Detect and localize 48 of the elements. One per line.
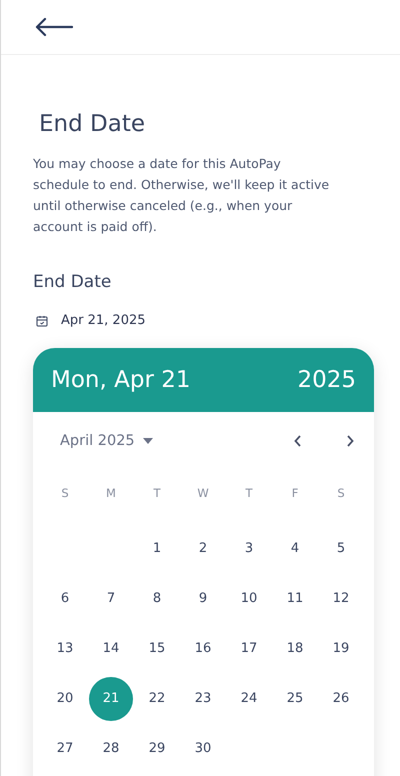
selected-date: Mon, Apr 21 (51, 367, 190, 393)
day-button[interactable]: 1 (135, 526, 179, 570)
weekday-label: M (106, 486, 116, 500)
day-button[interactable]: 16 (181, 626, 225, 670)
day-button[interactable]: 15 (135, 626, 179, 670)
day-button[interactable]: 13 (43, 626, 87, 670)
day-button[interactable]: 22 (135, 676, 179, 720)
day-button[interactable]: 10 (227, 576, 271, 620)
calendar-icon (36, 314, 48, 326)
weekday-label: T (245, 486, 253, 500)
day-button[interactable]: 27 (43, 726, 87, 770)
day-button[interactable]: 26 (319, 676, 363, 720)
day-button[interactable]: 18 (273, 626, 317, 670)
chevron-left-icon (294, 435, 302, 447)
day-button[interactable]: 3 (227, 526, 271, 570)
day-button[interactable]: 24 (227, 676, 271, 720)
day-button[interactable]: 8 (135, 576, 179, 620)
day-button[interactable]: 4 (273, 526, 317, 570)
weekday-label: S (61, 486, 69, 500)
page-title: End Date (39, 110, 146, 139)
month-dropdown[interactable]: April 2025 (60, 433, 153, 449)
field-label: End Date (33, 271, 112, 294)
day-button[interactable]: 11 (273, 576, 317, 620)
day-button[interactable]: 19 (319, 626, 363, 670)
day-button[interactable]: 17 (227, 626, 271, 670)
day-button[interactable]: 20 (43, 676, 87, 720)
day-button[interactable]: 28 (89, 726, 133, 770)
day-button[interactable]: 9 (181, 576, 225, 620)
day-button[interactable]: 12 (319, 576, 363, 620)
chevron-right-icon (346, 435, 354, 447)
day-button[interactable]: 23 (181, 676, 225, 720)
day-button[interactable]: 7 (89, 576, 133, 620)
day-button[interactable]: 29 (135, 726, 179, 770)
date-field[interactable]: Apr 21, 2025 (33, 313, 146, 328)
day-button[interactable]: 2 (181, 526, 225, 570)
description-text: You may choose a date for this AutoPay schedule to end. Otherwise, we'll keep it active until otherwise canceled (e.g., when your account is paid off). (33, 155, 330, 236)
weekday-label: F (292, 486, 298, 500)
weekday-label: T (153, 486, 161, 500)
weekday-label: W (197, 486, 209, 500)
day-button[interactable]: 6 (43, 576, 87, 620)
back-button[interactable] (33, 15, 75, 39)
day-button[interactable]: 5 (319, 526, 363, 570)
back-arrow-icon (35, 17, 73, 37)
day-button[interactable]: 14 (89, 626, 133, 670)
weekday-label: S (337, 486, 345, 500)
caret-icon (142, 438, 153, 444)
day-button[interactable]: 30 (181, 726, 225, 770)
day-button[interactable]: 25 (273, 676, 317, 720)
